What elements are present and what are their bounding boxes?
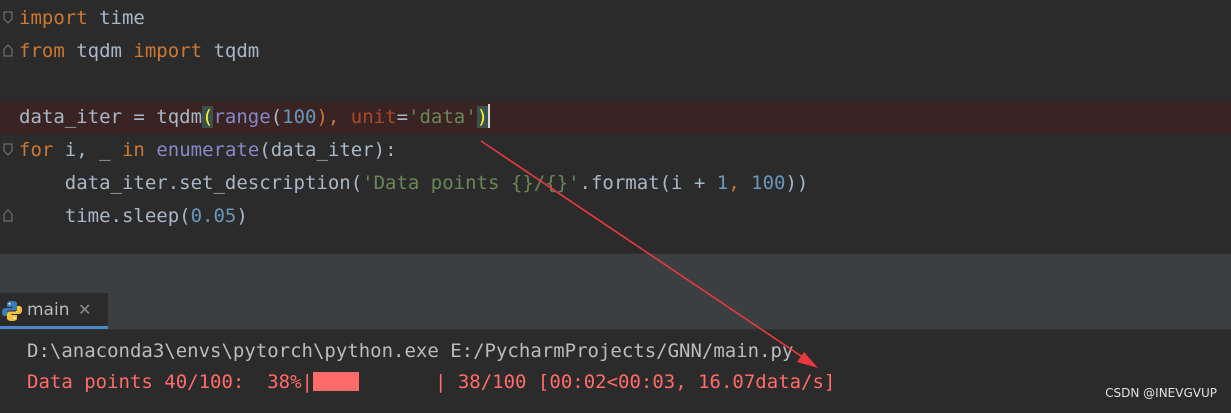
console-command-line: D:\anaconda3\envs\pytorch\python.exe E:/… xyxy=(27,340,794,362)
code-line-1[interactable]: import time xyxy=(0,2,1231,35)
console-progress-line: Data points 40/100: 38%| | 38/100 [00:02<… xyxy=(27,367,835,397)
progress-bar-fill xyxy=(312,372,359,391)
run-console[interactable]: D:\anaconda3\envs\pytorch\python.exe E:/… xyxy=(0,330,1231,413)
run-tab-main[interactable]: main ✕ xyxy=(0,293,108,329)
run-tab-label: main xyxy=(27,300,70,320)
code-line-2[interactable]: from tqdm import tqdm xyxy=(0,35,1231,68)
code-editor[interactable]: import time from tqdm import tqdm data_i… xyxy=(0,0,1231,253)
close-icon[interactable]: ✕ xyxy=(78,293,91,327)
fold-icon[interactable] xyxy=(3,11,13,24)
matched-paren-close: ) xyxy=(476,106,489,128)
python-icon xyxy=(2,301,22,321)
fold-icon[interactable] xyxy=(3,44,13,57)
code-line-3[interactable] xyxy=(0,68,1231,101)
code-line-5[interactable]: for i, _ in enumerate(data_iter): xyxy=(0,134,1231,167)
code-line-4-current[interactable]: data_iter = tqdm(range(100), unit='data'… xyxy=(0,101,1231,134)
code-line-6[interactable]: data_iter.set_description('Data points {… xyxy=(0,167,1231,200)
code-line-7[interactable]: time.sleep(0.05) xyxy=(0,200,1231,233)
progress-suffix: | 38/100 [00:02<00:03, 16.07data/s] xyxy=(434,371,836,393)
matched-paren-open: ( xyxy=(202,106,214,128)
keyword-import: import xyxy=(19,7,88,29)
run-tool-window-header: main ✕ xyxy=(0,293,1231,330)
panel-divider[interactable] xyxy=(0,253,1231,294)
progress-prefix: Data points 40/100: 38%| xyxy=(27,371,313,393)
text-caret xyxy=(488,104,491,128)
fold-icon[interactable] xyxy=(3,209,13,222)
fold-icon[interactable] xyxy=(3,143,13,156)
watermark: CSDN @INEVGVUP xyxy=(1105,386,1217,400)
